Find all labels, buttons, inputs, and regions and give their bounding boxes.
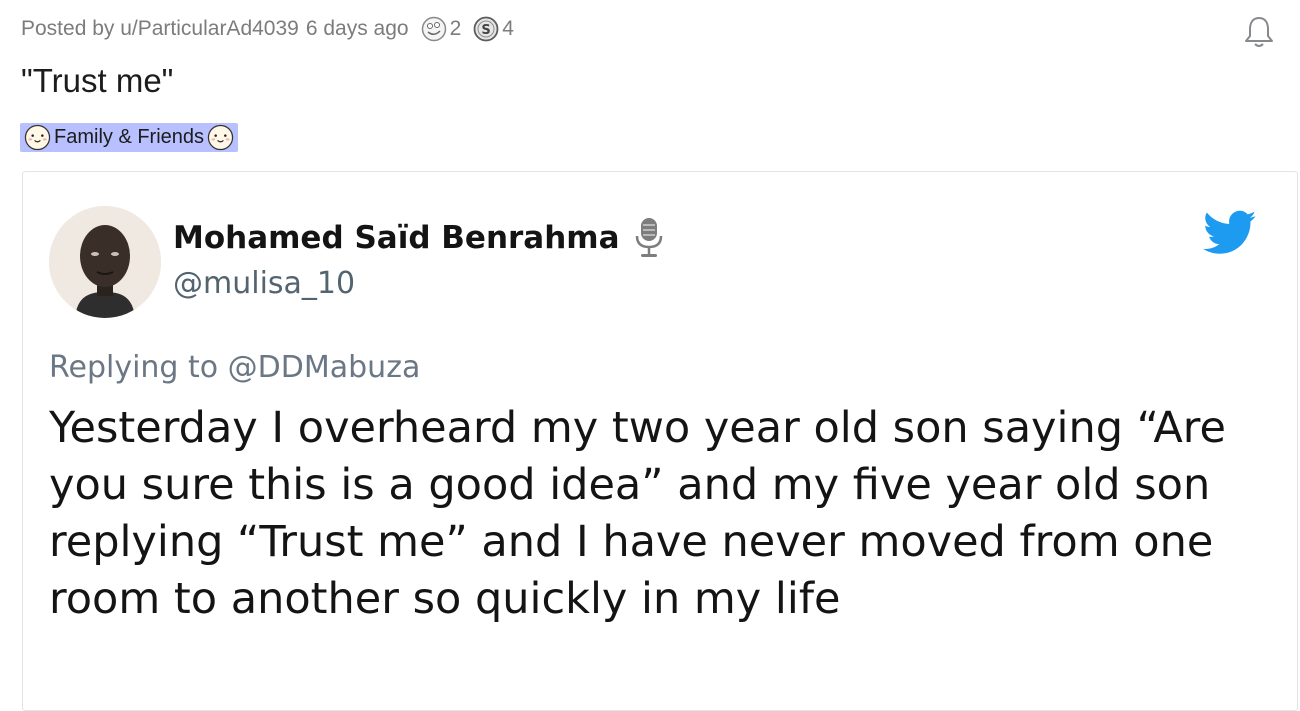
svg-text:S: S xyxy=(482,23,491,38)
award-silly[interactable]: 2 xyxy=(421,16,462,42)
flair-label: Family & Friends xyxy=(54,126,205,148)
microphone-icon xyxy=(635,218,662,257)
blushing-face-emoji-icon xyxy=(207,124,234,151)
avatar xyxy=(49,206,161,318)
blushing-face-emoji-icon xyxy=(24,124,51,151)
tweet-handle[interactable]: @mulisa_10 xyxy=(173,266,355,301)
post-timestamp[interactable]: 6 days ago xyxy=(306,17,409,41)
award-silver[interactable]: S 4 xyxy=(473,16,514,42)
replying-to[interactable]: Replying to @DDMabuza xyxy=(49,350,420,385)
tweet-card[interactable]: Mohamed Saïd Benrahma @mulisa_10 Replyin… xyxy=(22,171,1298,711)
award-count: 4 xyxy=(502,17,514,40)
post-title[interactable]: "Trust me" xyxy=(21,62,173,100)
award-count: 2 xyxy=(449,17,462,40)
display-name-text: Mohamed Saïd Benrahma xyxy=(173,220,620,256)
tweet-text: Yesterday I overheard my two year old so… xyxy=(49,403,1226,624)
post-meta: Posted by u/ParticularAd4039 6 days ago … xyxy=(21,14,514,44)
tweet-display-name[interactable]: Mohamed Saïd Benrahma xyxy=(173,216,664,260)
silver-coin-award-icon: S xyxy=(473,16,499,42)
bell-icon[interactable] xyxy=(1242,14,1276,50)
silly-award-icon xyxy=(421,16,446,42)
posted-by-link[interactable]: Posted by u/ParticularAd4039 xyxy=(21,17,299,41)
post-flair[interactable]: Family & Friends xyxy=(20,123,239,152)
twitter-bird-icon[interactable] xyxy=(1203,210,1257,256)
